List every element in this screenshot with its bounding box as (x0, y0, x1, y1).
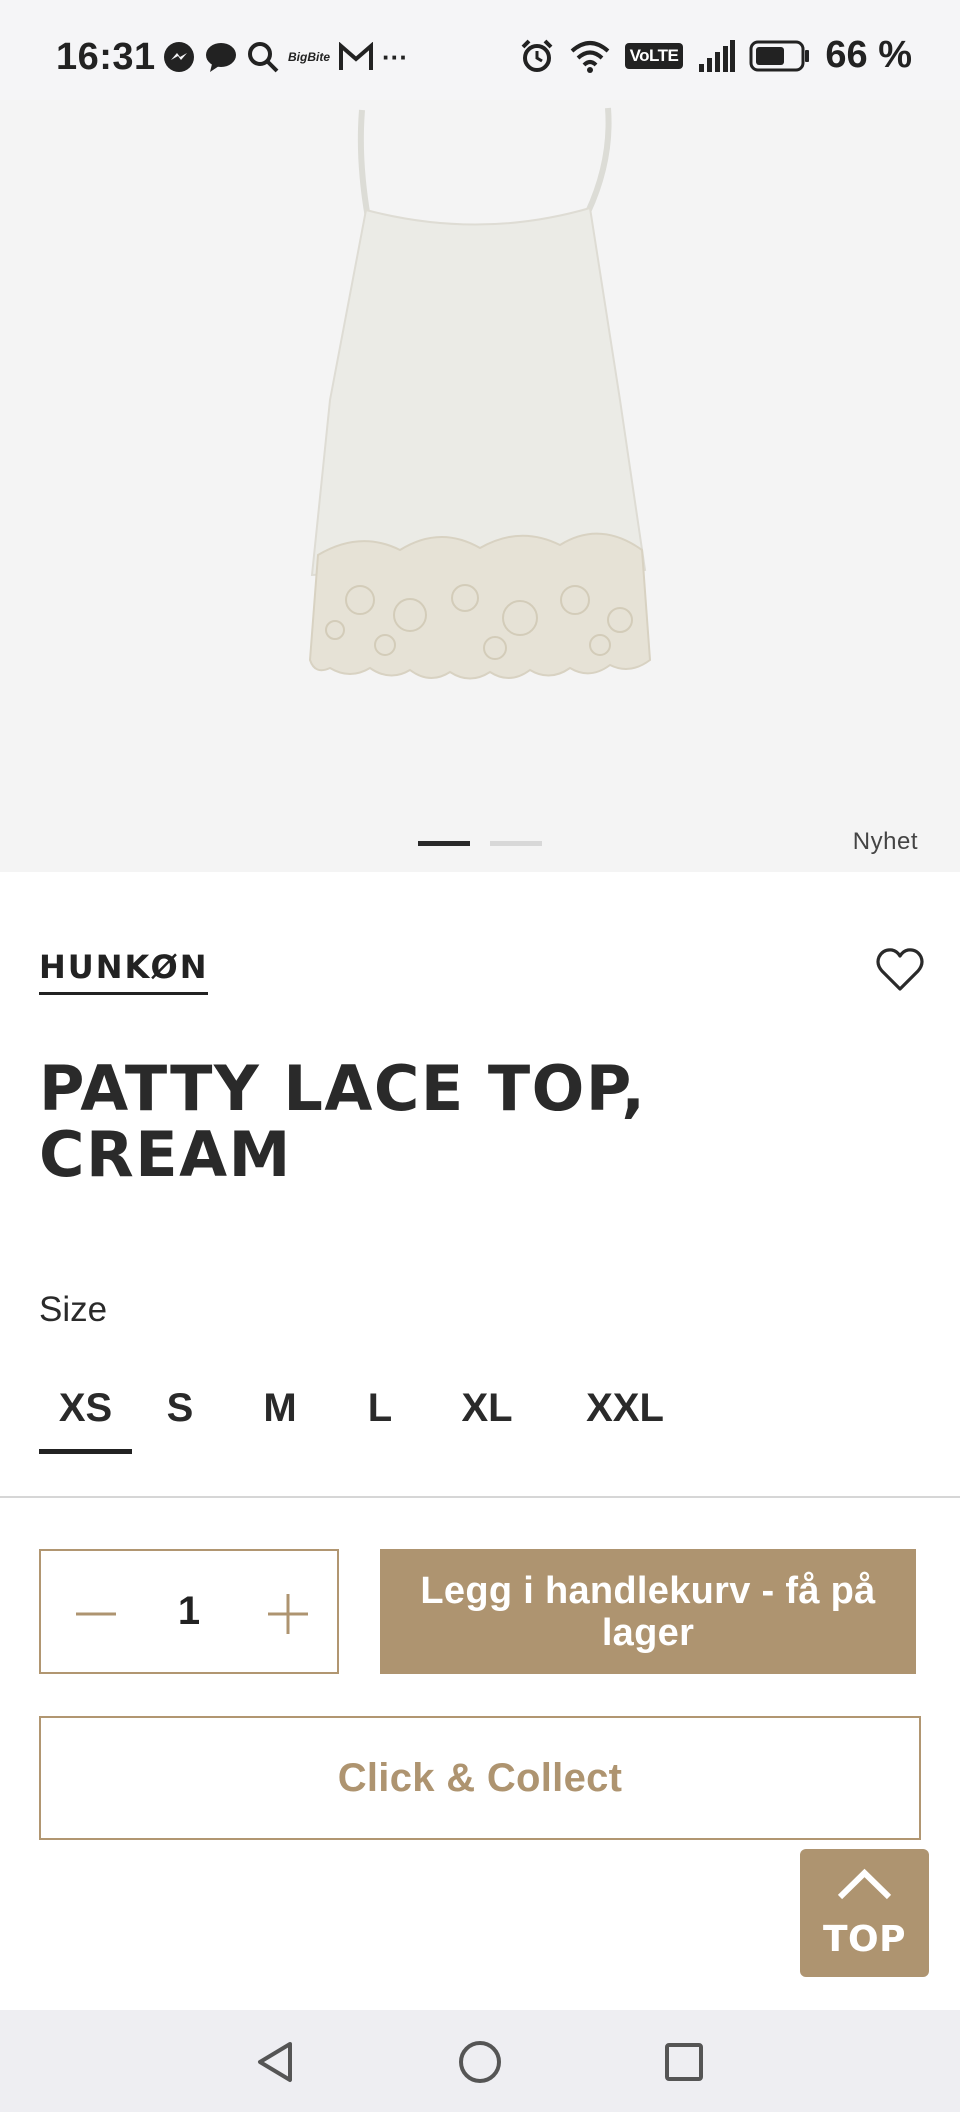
size-option-xxl[interactable]: XXL (546, 1380, 704, 1454)
back-icon (258, 2042, 292, 2082)
bigbite-icon: BigBite (288, 50, 330, 64)
home-icon (459, 2041, 501, 2083)
size-option-s[interactable]: S (132, 1380, 228, 1454)
volte-icon: VoLTE (624, 42, 684, 69)
wifi-icon (570, 40, 609, 73)
battery-icon (749, 40, 810, 71)
add-to-cart-button[interactable]: Legg i handlekurv - få på lager (380, 1549, 916, 1674)
notification-icons: BigBite ··· (162, 40, 408, 74)
favorite-button[interactable] (874, 944, 926, 996)
carousel-dot-2[interactable] (490, 841, 542, 846)
search-icon (248, 42, 279, 73)
system-indicators: VoLTE 66 % (519, 34, 912, 77)
battery-percent: 66 % (825, 34, 912, 76)
new-badge: Nyhet (852, 828, 918, 855)
signal-icon (699, 39, 736, 72)
size-selector: XS S M L XL XXL (39, 1380, 704, 1454)
quantity-stepper: 1 (39, 1549, 339, 1674)
plus-icon (268, 1594, 308, 1634)
product-image-carousel[interactable]: Nyhet (0, 100, 960, 872)
navigation-bar (0, 2010, 960, 2112)
heart-icon (876, 948, 924, 991)
top-label: TOP (822, 1919, 907, 1960)
product-title: PATTY LACE TOP, CREAM (39, 1052, 647, 1191)
status-time: 16:31 (56, 36, 156, 78)
carousel-dot-1[interactable] (418, 841, 470, 846)
brand-link[interactable]: HUNKØN (39, 948, 209, 995)
chevron-up-icon (837, 1868, 892, 1900)
product-image (308, 107, 652, 680)
gmail-icon (339, 42, 373, 70)
alarm-icon (521, 39, 552, 72)
nav-recents-button[interactable] (660, 2038, 708, 2086)
nav-home-button[interactable] (456, 2038, 504, 2086)
scroll-to-top-button[interactable]: TOP (800, 1849, 929, 1977)
size-label: Size (39, 1290, 108, 1329)
messenger-icon (164, 42, 194, 72)
recents-icon (665, 2043, 703, 2081)
size-option-xl[interactable]: XL (428, 1380, 546, 1454)
chat-bubble-icon (206, 43, 236, 72)
click-collect-button[interactable]: Click & Collect (39, 1716, 921, 1840)
size-option-l[interactable]: L (332, 1380, 428, 1454)
size-option-xs[interactable]: XS (39, 1380, 132, 1454)
status-bar: 16:31 BigBite ··· VoLTE 66 % (0, 0, 960, 100)
nav-back-button[interactable] (252, 2038, 300, 2086)
quantity-increase-button[interactable] (263, 1589, 313, 1639)
more-icon: ··· (382, 41, 408, 72)
divider (0, 1496, 960, 1498)
carousel-indicator[interactable] (418, 841, 542, 846)
size-option-m[interactable]: M (228, 1380, 332, 1454)
